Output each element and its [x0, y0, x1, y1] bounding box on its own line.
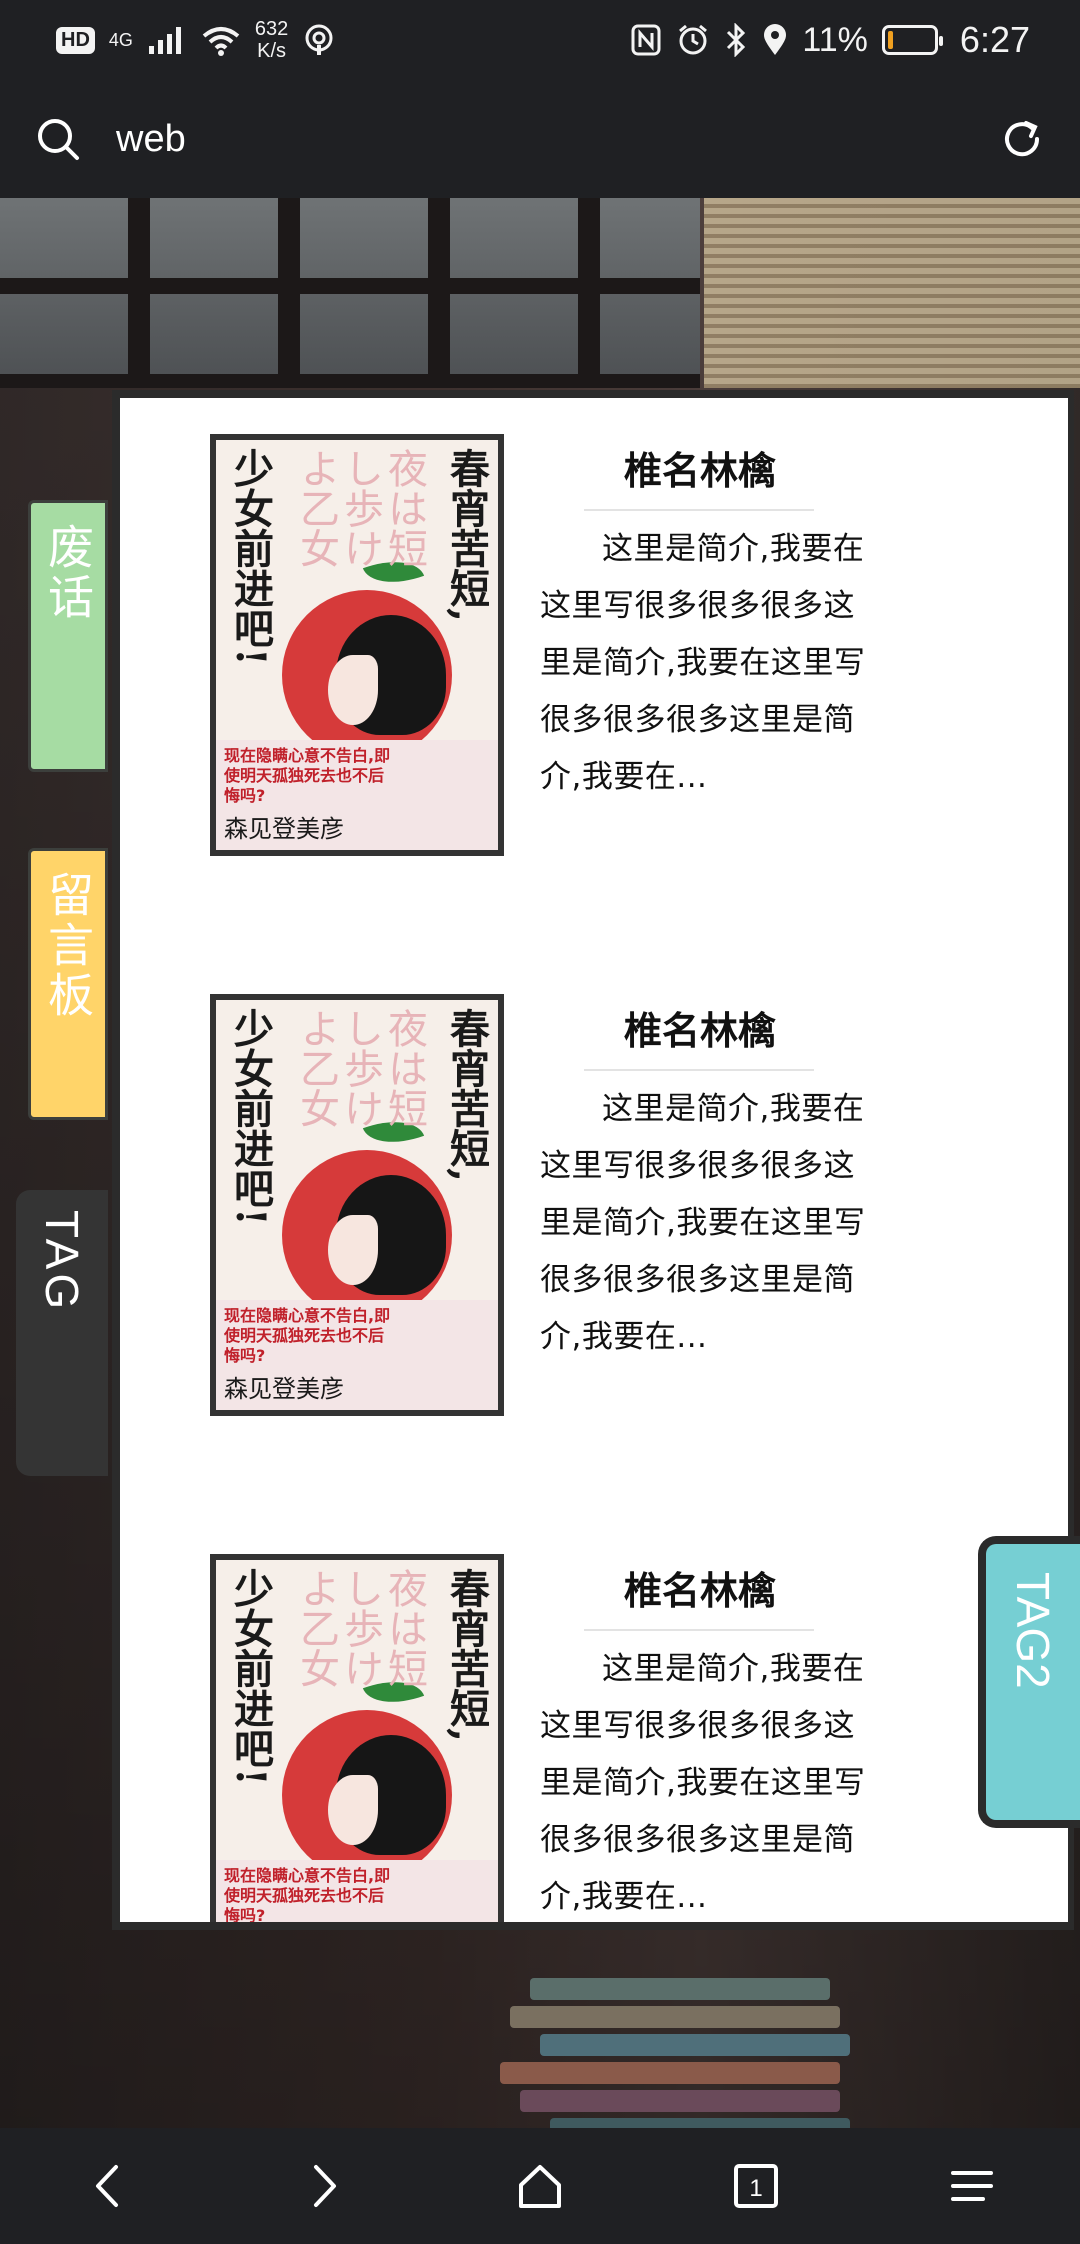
refresh-icon[interactable] — [1000, 117, 1044, 161]
book-cover-art: 夜は短し歩けよ乙女 春宵苦短, 少女前进吧! 现在隐瞒心意不告白,即使明天孤独死… — [216, 1000, 498, 1410]
battery-percent: 11% — [802, 20, 868, 59]
cover-title-right: 春宵苦短, — [443, 1568, 490, 1742]
cover-title-left: 少女前进吧! — [227, 448, 274, 666]
url-input[interactable]: web — [116, 118, 1000, 161]
book-description: 这里是简介,我要在这里写很多很多很多这里是简介,我要在这里写很多很多很多这里是简… — [540, 1091, 866, 1355]
bluetooth-icon — [727, 23, 746, 57]
cover-girl-face — [328, 1775, 378, 1845]
search-icon[interactable] — [36, 117, 80, 161]
hotspot-icon — [305, 24, 333, 55]
network-speed: 632 K/s — [255, 18, 288, 62]
location-icon — [764, 24, 787, 55]
home-icon — [519, 2165, 561, 2208]
title-divider — [584, 509, 814, 511]
tabs-icon: 1 — [734, 2164, 778, 2208]
book-cover-art: 夜は短し歩けよ乙女 春宵苦短, 少女前进吧! 现在隐瞒心意不告白,即使明天孤独死… — [216, 1560, 498, 1930]
cover-tagline: 现在隐瞒心意不告白,即使明天孤独死去也不后悔吗? — [224, 1866, 391, 1925]
title-divider — [584, 1629, 814, 1631]
menu-icon — [951, 2171, 993, 2201]
cover-girl-face — [328, 1215, 378, 1285]
side-tab-tag[interactable]: TAG — [16, 1190, 108, 1476]
alarm-icon — [679, 24, 708, 55]
book-description: 这里是简介,我要在这里写很多很多很多这里是简介,我要在这里写很多很多很多这里是简… — [540, 1651, 866, 1915]
book-list-panel: 夜は短し歩けよ乙女 春宵苦短, 少女前进吧! 现在隐瞒心意不告白,即使明天孤独死… — [112, 390, 1074, 1930]
forward-button[interactable] — [284, 2146, 364, 2226]
book-title[interactable]: 椎名林檎 — [540, 994, 860, 1069]
hd-badge: HD — [56, 26, 95, 54]
cover-tagline: 现在隐瞒心意不告白,即使明天孤独死去也不后悔吗? — [224, 746, 391, 805]
status-left: HD 4G 632 K/s — [56, 18, 336, 62]
network-type: 4G — [108, 29, 133, 50]
clock: 6:27 — [959, 19, 1030, 60]
title-divider — [584, 1069, 814, 1071]
browser-url-bar: web — [0, 80, 1080, 198]
home-button[interactable] — [500, 2146, 580, 2226]
tab-count: 1 — [749, 2175, 762, 2202]
background-books — [470, 1958, 890, 2128]
battery-level — [887, 31, 893, 49]
cover-tagline: 现在隐瞒心意不告白,即使明天孤独死去也不后悔吗? — [224, 1306, 391, 1365]
back-button[interactable] — [68, 2146, 148, 2226]
book-cover[interactable]: 夜は短し歩けよ乙女 春宵苦短, 少女前进吧! 现在隐瞒心意不告白,即使明天孤独死… — [210, 1554, 504, 1930]
signal-icon — [148, 27, 181, 54]
cover-author: 森见登美彦 — [224, 1929, 344, 1930]
speed-unit: K/s — [257, 40, 287, 62]
book-card[interactable]: 夜は短し歩けよ乙女 春宵苦短, 少女前进吧! 现在隐瞒心意不告白,即使明天孤独死… — [210, 434, 1010, 864]
status-bar: HD 4G 632 K/s 11% 6:27 — [0, 0, 1080, 80]
side-tab-tag2-label: TAG2 — [1007, 1572, 1059, 1689]
cover-japanese-title: 夜は短し歩けよ乙女 — [293, 1568, 427, 1688]
cover-title-left: 少女前进吧! — [227, 1008, 274, 1226]
tabs-button[interactable]: 1 — [716, 2146, 796, 2226]
cover-girl-face — [328, 655, 378, 725]
side-tab-tag-label: TAG — [36, 1210, 88, 1314]
book-cover[interactable]: 夜は短し歩けよ乙女 春宵苦短, 少女前进吧! 现在隐瞒心意不告白,即使明天孤独死… — [210, 434, 504, 856]
bottom-navigation: 1 — [0, 2128, 1080, 2244]
book-cover-art: 夜は短し歩けよ乙女 春宵苦短, 少女前进吧! 现在隐瞒心意不告白,即使明天孤独死… — [216, 440, 498, 850]
side-tab-message-board-label: 留言板 — [41, 871, 95, 1021]
book-card[interactable]: 夜は短し歩けよ乙女 春宵苦短, 少女前进吧! 现在隐瞒心意不告白,即使明天孤独死… — [210, 1554, 1010, 1930]
background-blind — [704, 198, 1080, 388]
cover-title-left: 少女前进吧! — [227, 1568, 274, 1786]
book-title[interactable]: 椎名林檎 — [540, 434, 860, 509]
side-tab-feihua[interactable]: 废话 — [28, 500, 108, 772]
book-info: 椎名林檎 这里是简介,我要在这里写很多很多很多这里是简介,我要在这里写很多很多很… — [540, 1554, 880, 1922]
forward-icon — [314, 2165, 336, 2207]
book-title[interactable]: 椎名林檎 — [540, 1554, 860, 1629]
book-description: 这里是简介,我要在这里写很多很多很多这里是简介,我要在这里写很多很多很多这里是简… — [540, 531, 866, 795]
cover-author: 森见登美彦 — [224, 815, 344, 843]
side-tab-message-board[interactable]: 留言板 — [28, 848, 108, 1120]
book-card[interactable]: 夜は短し歩けよ乙女 春宵苦短, 少女前进吧! 现在隐瞒心意不告白,即使明天孤独死… — [210, 994, 1010, 1424]
wifi-icon — [202, 27, 240, 56]
cover-author: 森见登美彦 — [224, 1375, 344, 1403]
back-icon — [96, 2165, 118, 2207]
side-tab-tag2[interactable]: TAG2 — [978, 1536, 1080, 1828]
cover-japanese-title: 夜は短し歩けよ乙女 — [293, 448, 427, 568]
cover-title-right: 春宵苦短, — [443, 1008, 490, 1182]
book-info: 椎名林檎 这里是简介,我要在这里写很多很多很多这里是简介,我要在这里写很多很多很… — [540, 434, 880, 806]
menu-button[interactable] — [932, 2146, 1012, 2226]
nfc-icon — [631, 24, 661, 56]
battery-icon — [881, 25, 943, 55]
speed-value: 632 — [254, 18, 289, 40]
side-tab-feihua-label: 废话 — [41, 523, 95, 623]
cover-title-right: 春宵苦短, — [443, 448, 490, 622]
book-cover[interactable]: 夜は短し歩けよ乙女 春宵苦短, 少女前进吧! 现在隐瞒心意不告白,即使明天孤独死… — [210, 994, 504, 1416]
status-right: 11% 6:27 — [630, 19, 1030, 61]
background-window — [0, 198, 700, 388]
book-info: 椎名林檎 这里是简介,我要在这里写很多很多很多这里是简介,我要在这里写很多很多很… — [540, 994, 880, 1366]
cover-japanese-title: 夜は短し歩けよ乙女 — [293, 1008, 427, 1128]
